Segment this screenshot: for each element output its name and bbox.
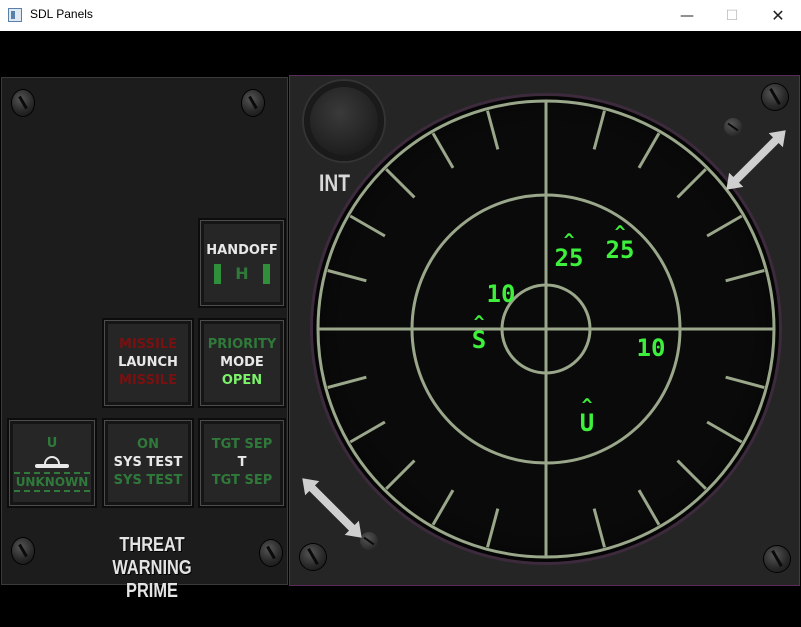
panel-title: THREAT WARNING PRIME [95,534,210,603]
scope-tick [385,168,416,199]
indicator-bar-left [214,264,222,284]
tgt-sep-button[interactable]: TGT SEP T TGT SEP [200,420,284,506]
launch-label: LAUNCH [118,355,178,370]
title-bar: SDL Panels — ☐ ✕ [0,0,801,32]
priority-mode-button[interactable]: PRIORITY MODE OPEN [200,320,284,406]
missile-launch-button[interactable]: MISSILE LAUNCH MISSILE [104,320,192,406]
handoff-letter: H [235,264,249,283]
scope-tick [706,420,743,444]
screw-icon [242,90,264,116]
intensity-knob[interactable] [304,81,384,161]
tgt-sep-label-bottom: TGT SEP [211,473,273,488]
maximize-button[interactable]: ☐ [709,0,755,31]
threat-scope-display: ^ 25 ^ 25 10 ^ S 10 ^ U [313,96,779,562]
scope-tick [592,110,606,150]
scope-tick [676,459,707,490]
scope-tick [725,375,765,389]
scope-tick [349,420,386,444]
minimize-button[interactable]: — [664,0,710,31]
missile-label-bottom: MISSILE [119,373,177,388]
threat-warning-prime-panel: HANDOFF H MISSILE LAUNCH MISSILE PRIORIT… [1,77,288,602]
scope-tick [327,269,367,283]
missile-label-top: MISSILE [119,337,177,352]
screw-icon [12,90,34,116]
handoff-indicator: H [214,264,270,284]
unknown-u-label: U [46,435,58,451]
unknown-button[interactable]: U UNKNOWN [9,420,95,506]
app-icon [8,8,22,22]
priority-label: PRIORITY [207,337,277,352]
threat-scope-panel: ^ 25 ^ 25 10 ^ S 10 ^ U INT [289,75,800,586]
scope-tick [431,489,455,526]
handoff-label: HANDOFF [206,243,278,258]
scope-tick [592,508,606,548]
scope-graticule [316,99,776,559]
mode-label: MODE [220,355,264,370]
on-label: ON [137,437,159,452]
scope-tick [327,375,367,389]
screw-icon [12,538,34,564]
sys-test-button[interactable]: ON SYS TEST SYS TEST [104,420,192,506]
panel-title-line1: THREAT WARNING [112,534,192,579]
screw-icon [260,540,282,566]
unknown-ship-icon [35,455,69,470]
sys-test-label: SYS TEST [113,455,183,470]
sys-test-label-bottom: SYS TEST [113,473,183,488]
panel-title-line2: PRIME [126,580,178,602]
scope-tick [706,214,743,238]
int-label: INT [319,170,350,197]
screw-icon [724,118,742,136]
threat-symbol-10-a: 10 [486,280,516,308]
tgt-sep-t-label: T [237,455,247,470]
scope-tick [637,489,661,526]
scope-tick [676,168,707,199]
open-label: OPEN [221,373,263,388]
scope-tick [385,459,416,490]
scope-tick [486,110,500,150]
threat-symbol-10-b: 10 [636,334,666,362]
close-button[interactable]: ✕ [755,0,801,31]
scope-tick [431,132,455,169]
scope-tick [637,132,661,169]
threat-symbol-25-b: ^ 25 [605,222,635,264]
scope-tick [349,214,386,238]
handoff-button[interactable]: HANDOFF H [200,220,284,306]
indicator-bar-right [262,264,270,284]
threat-symbol-u: ^ U [579,395,595,437]
threat-symbol-25-a: ^ 25 [554,230,584,272]
threat-symbol-s: ^ S [471,312,487,354]
scope-tick [725,269,765,283]
tgt-sep-label-top: TGT SEP [211,437,273,452]
window-title: SDL Panels [30,7,93,21]
scope-tick [486,508,500,548]
unknown-label: UNKNOWN [13,471,91,492]
